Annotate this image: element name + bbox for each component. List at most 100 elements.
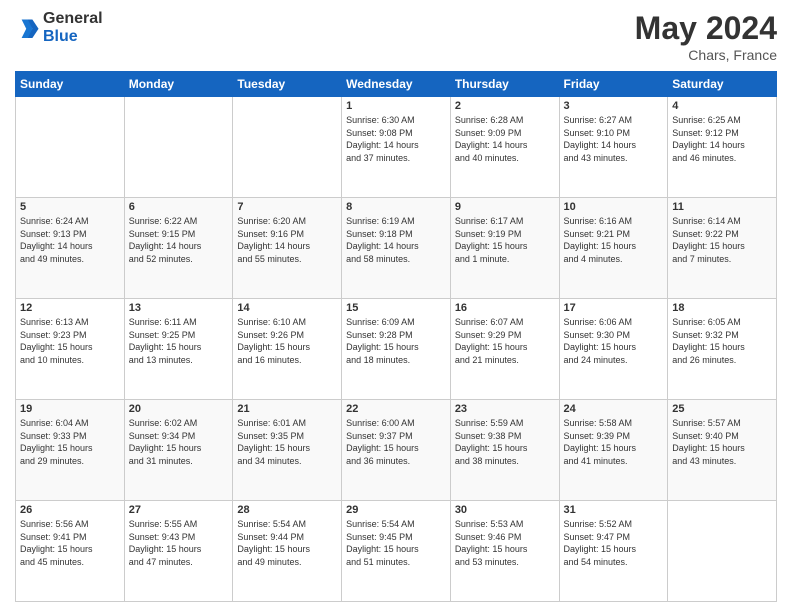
weekday-header-wednesday: Wednesday (342, 72, 451, 97)
day-info: Sunrise: 6:17 AM Sunset: 9:19 PM Dayligh… (455, 215, 555, 265)
calendar-cell (233, 97, 342, 198)
calendar-cell: 12Sunrise: 6:13 AM Sunset: 9:23 PM Dayli… (16, 299, 125, 400)
day-number: 8 (346, 201, 446, 213)
calendar-cell (668, 501, 777, 602)
day-number: 21 (237, 403, 337, 415)
day-number: 22 (346, 403, 446, 415)
calendar-cell: 15Sunrise: 6:09 AM Sunset: 9:28 PM Dayli… (342, 299, 451, 400)
day-info: Sunrise: 5:54 AM Sunset: 9:45 PM Dayligh… (346, 518, 446, 568)
calendar-cell: 13 Sunrise: 6:11 AM Sunset: 9:25 PM Dayli… (124, 299, 233, 400)
day-info: Sunrise: 6:20 AM Sunset: 9:16 PM Dayligh… (237, 215, 337, 265)
day-info: Sunrise: 5:56 AM Sunset: 9:41 PM Dayligh… (20, 518, 120, 568)
day-number: 16 (455, 302, 555, 314)
calendar-cell: 14Sunrise: 6:10 AM Sunset: 9:26 PM Dayli… (233, 299, 342, 400)
calendar-cell: 27 Sunrise: 5:55 AM Sunset: 9:43 PM Dayli… (124, 501, 233, 602)
day-info: Sunrise: 6:22 AM Sunset: 9:15 PM Dayligh… (129, 215, 229, 265)
weekday-header-thursday: Thursday (450, 72, 559, 97)
day-number: 13 (129, 302, 229, 314)
day-info: Sunrise: 5:59 AM Sunset: 9:38 PM Dayligh… (455, 417, 555, 467)
calendar-cell: 25Sunrise: 5:57 AM Sunset: 9:40 PM Dayli… (668, 400, 777, 501)
day-number: 30 (455, 504, 555, 516)
logo: General Blue (15, 10, 103, 46)
day-info: Sunrise: 6:28 AM Sunset: 9:09 PM Dayligh… (455, 114, 555, 164)
day-info: Sunrise: 5:52 AM Sunset: 9:47 PM Dayligh… (564, 518, 664, 568)
day-info: Sunrise: 6:14 AM Sunset: 9:22 PM Dayligh… (672, 215, 772, 265)
day-number: 1 (346, 100, 446, 112)
day-number: 10 (564, 201, 664, 213)
day-number: 6 (129, 201, 229, 213)
calendar-cell: 20 Sunrise: 6:02 AM Sunset: 9:34 PM Dayli… (124, 400, 233, 501)
day-info: Sunrise: 5:55 AM Sunset: 9:43 PM Dayligh… (129, 518, 229, 568)
day-info: Sunrise: 6:02 AM Sunset: 9:34 PM Dayligh… (129, 417, 229, 467)
calendar-cell: 8 Sunrise: 6:19 AM Sunset: 9:18 PM Daylig… (342, 198, 451, 299)
calendar-cell: 1 Sunrise: 6:30 AM Sunset: 9:08 PM Daylig… (342, 97, 451, 198)
calendar-cell: 7Sunrise: 6:20 AM Sunset: 9:16 PM Daylig… (233, 198, 342, 299)
day-number: 5 (20, 201, 120, 213)
month-title: May 2024 (635, 10, 777, 47)
calendar-header-row: SundayMondayTuesdayWednesdayThursdayFrid… (16, 72, 777, 97)
day-number: 11 (672, 201, 772, 213)
day-info: Sunrise: 6:00 AM Sunset: 9:37 PM Dayligh… (346, 417, 446, 467)
calendar-cell: 17Sunrise: 6:06 AM Sunset: 9:30 PM Dayli… (559, 299, 668, 400)
day-number: 31 (564, 504, 664, 516)
calendar-cell: 10 Sunrise: 6:16 AM Sunset: 9:21 PM Dayli… (559, 198, 668, 299)
calendar-cell: 5 Sunrise: 6:24 AM Sunset: 9:13 PM Daylig… (16, 198, 125, 299)
day-info: Sunrise: 6:11 AM Sunset: 9:25 PM Dayligh… (129, 316, 229, 366)
title-block: May 2024 Chars, France (635, 10, 777, 63)
calendar-cell: 22 Sunrise: 6:00 AM Sunset: 9:37 PM Dayli… (342, 400, 451, 501)
calendar-week-3: 12Sunrise: 6:13 AM Sunset: 9:23 PM Dayli… (16, 299, 777, 400)
day-number: 27 (129, 504, 229, 516)
calendar-cell: 26Sunrise: 5:56 AM Sunset: 9:41 PM Dayli… (16, 501, 125, 602)
calendar-cell: 9Sunrise: 6:17 AM Sunset: 9:19 PM Daylig… (450, 198, 559, 299)
day-number: 14 (237, 302, 337, 314)
weekday-header-friday: Friday (559, 72, 668, 97)
day-info: Sunrise: 6:16 AM Sunset: 9:21 PM Dayligh… (564, 215, 664, 265)
day-info: Sunrise: 5:54 AM Sunset: 9:44 PM Dayligh… (237, 518, 337, 568)
calendar-cell: 11 Sunrise: 6:14 AM Sunset: 9:22 PM Dayli… (668, 198, 777, 299)
weekday-header-saturday: Saturday (668, 72, 777, 97)
calendar-cell: 21Sunrise: 6:01 AM Sunset: 9:35 PM Dayli… (233, 400, 342, 501)
logo-blue: Blue (43, 28, 78, 45)
calendar-cell: 19 Sunrise: 6:04 AM Sunset: 9:33 PM Dayli… (16, 400, 125, 501)
day-number: 2 (455, 100, 555, 112)
calendar-cell (16, 97, 125, 198)
calendar-cell: 23Sunrise: 5:59 AM Sunset: 9:38 PM Dayli… (450, 400, 559, 501)
calendar-table: SundayMondayTuesdayWednesdayThursdayFrid… (15, 71, 777, 602)
day-info: Sunrise: 6:27 AM Sunset: 9:10 PM Dayligh… (564, 114, 664, 164)
day-info: Sunrise: 6:06 AM Sunset: 9:30 PM Dayligh… (564, 316, 664, 366)
calendar-cell: 2 Sunrise: 6:28 AM Sunset: 9:09 PM Daylig… (450, 97, 559, 198)
calendar-cell: 16 Sunrise: 6:07 AM Sunset: 9:29 PM Dayli… (450, 299, 559, 400)
logo-general: General (43, 10, 103, 27)
day-info: Sunrise: 6:04 AM Sunset: 9:33 PM Dayligh… (20, 417, 120, 467)
day-number: 18 (672, 302, 772, 314)
logo-text: General Blue (43, 10, 103, 46)
page: General Blue May 2024 Chars, France Sund… (0, 0, 792, 612)
calendar-cell: 31 Sunrise: 5:52 AM Sunset: 9:47 PM Dayli… (559, 501, 668, 602)
day-info: Sunrise: 6:19 AM Sunset: 9:18 PM Dayligh… (346, 215, 446, 265)
header: General Blue May 2024 Chars, France (15, 10, 777, 63)
calendar-week-5: 26Sunrise: 5:56 AM Sunset: 9:41 PM Dayli… (16, 501, 777, 602)
calendar-cell: 6 Sunrise: 6:22 AM Sunset: 9:15 PM Daylig… (124, 198, 233, 299)
weekday-header-sunday: Sunday (16, 72, 125, 97)
calendar-cell: 29Sunrise: 5:54 AM Sunset: 9:45 PM Dayli… (342, 501, 451, 602)
calendar-week-1: 1 Sunrise: 6:30 AM Sunset: 9:08 PM Daylig… (16, 97, 777, 198)
calendar-cell: 30Sunrise: 5:53 AM Sunset: 9:46 PM Dayli… (450, 501, 559, 602)
day-info: Sunrise: 6:25 AM Sunset: 9:12 PM Dayligh… (672, 114, 772, 164)
day-number: 24 (564, 403, 664, 415)
logo-icon (15, 18, 39, 38)
day-number: 28 (237, 504, 337, 516)
location: Chars, France (635, 47, 777, 63)
day-number: 20 (129, 403, 229, 415)
day-info: Sunrise: 6:07 AM Sunset: 9:29 PM Dayligh… (455, 316, 555, 366)
day-number: 4 (672, 100, 772, 112)
calendar-cell: 24 Sunrise: 5:58 AM Sunset: 9:39 PM Dayli… (559, 400, 668, 501)
calendar-week-2: 5 Sunrise: 6:24 AM Sunset: 9:13 PM Daylig… (16, 198, 777, 299)
day-number: 3 (564, 100, 664, 112)
day-info: Sunrise: 6:24 AM Sunset: 9:13 PM Dayligh… (20, 215, 120, 265)
day-info: Sunrise: 6:30 AM Sunset: 9:08 PM Dayligh… (346, 114, 446, 164)
day-info: Sunrise: 5:57 AM Sunset: 9:40 PM Dayligh… (672, 417, 772, 467)
day-number: 19 (20, 403, 120, 415)
day-info: Sunrise: 5:58 AM Sunset: 9:39 PM Dayligh… (564, 417, 664, 467)
calendar-cell (124, 97, 233, 198)
calendar-cell: 3 Sunrise: 6:27 AM Sunset: 9:10 PM Daylig… (559, 97, 668, 198)
